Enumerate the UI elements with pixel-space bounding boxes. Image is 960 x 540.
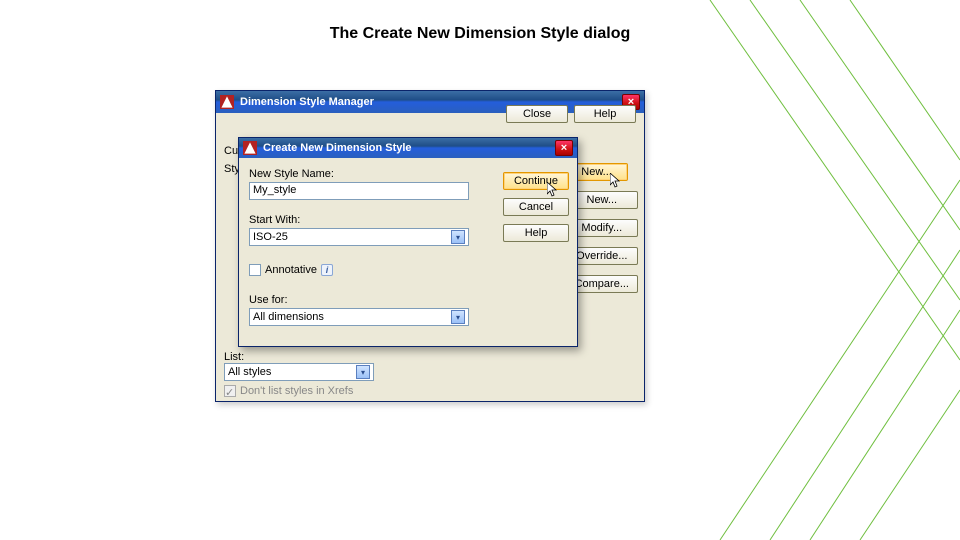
modal-button-column: Continue Cancel Help xyxy=(503,172,569,242)
close-icon[interactable]: × xyxy=(555,140,573,156)
autocad-icon xyxy=(243,141,257,155)
decorative-lines xyxy=(660,0,960,540)
chevron-down-icon: ▾ xyxy=(451,310,465,324)
info-icon[interactable]: i xyxy=(321,264,333,276)
list-label: List: xyxy=(224,351,244,363)
annotative-checkbox[interactable]: Annotative i xyxy=(249,264,333,276)
chevron-down-icon: ▾ xyxy=(451,230,465,244)
use-for-value: All dimensions xyxy=(253,311,324,323)
autocad-icon xyxy=(220,95,234,109)
mgr-title-text: Dimension Style Manager xyxy=(240,96,374,108)
start-with-value: ISO-25 xyxy=(253,231,288,243)
dont-list-label: Don't list styles in Xrefs xyxy=(240,385,353,397)
cancel-button[interactable]: Cancel xyxy=(503,198,569,216)
checkbox-icon xyxy=(249,264,261,276)
modal-help-button[interactable]: Help xyxy=(503,224,569,242)
mgr-footer-buttons: Close Help xyxy=(506,105,636,123)
continue-button[interactable]: Continue xyxy=(503,172,569,190)
checkbox-icon: ✓ xyxy=(224,385,236,397)
modal-title-text: Create New Dimension Style xyxy=(263,142,412,154)
dimension-style-manager-window: Dimension Style Manager × Current dimens… xyxy=(215,90,645,402)
new-style-name-input[interactable]: My_style xyxy=(249,182,469,200)
help-button[interactable]: Help xyxy=(574,105,636,123)
dont-list-xrefs-checkbox: ✓ Don't list styles in Xrefs xyxy=(224,385,353,397)
annotative-label: Annotative xyxy=(265,264,317,276)
close-button[interactable]: Close xyxy=(506,105,568,123)
create-new-dimension-style-dialog: Create New Dimension Style × New Style N… xyxy=(238,137,578,347)
modal-titlebar: Create New Dimension Style × xyxy=(239,138,577,158)
use-for-select[interactable]: All dimensions ▾ xyxy=(249,308,469,326)
chevron-down-icon: ▾ xyxy=(356,365,370,379)
use-for-label: Use for: xyxy=(249,294,567,306)
slide-title: The Create New Dimension Style dialog xyxy=(0,25,960,43)
screenshot-area: Dimension Style Manager × Current dimens… xyxy=(215,90,645,402)
list-select-value: All styles xyxy=(228,366,271,378)
list-select[interactable]: All styles ▾ xyxy=(224,363,374,381)
start-with-select[interactable]: ISO-25 ▾ xyxy=(249,228,469,246)
